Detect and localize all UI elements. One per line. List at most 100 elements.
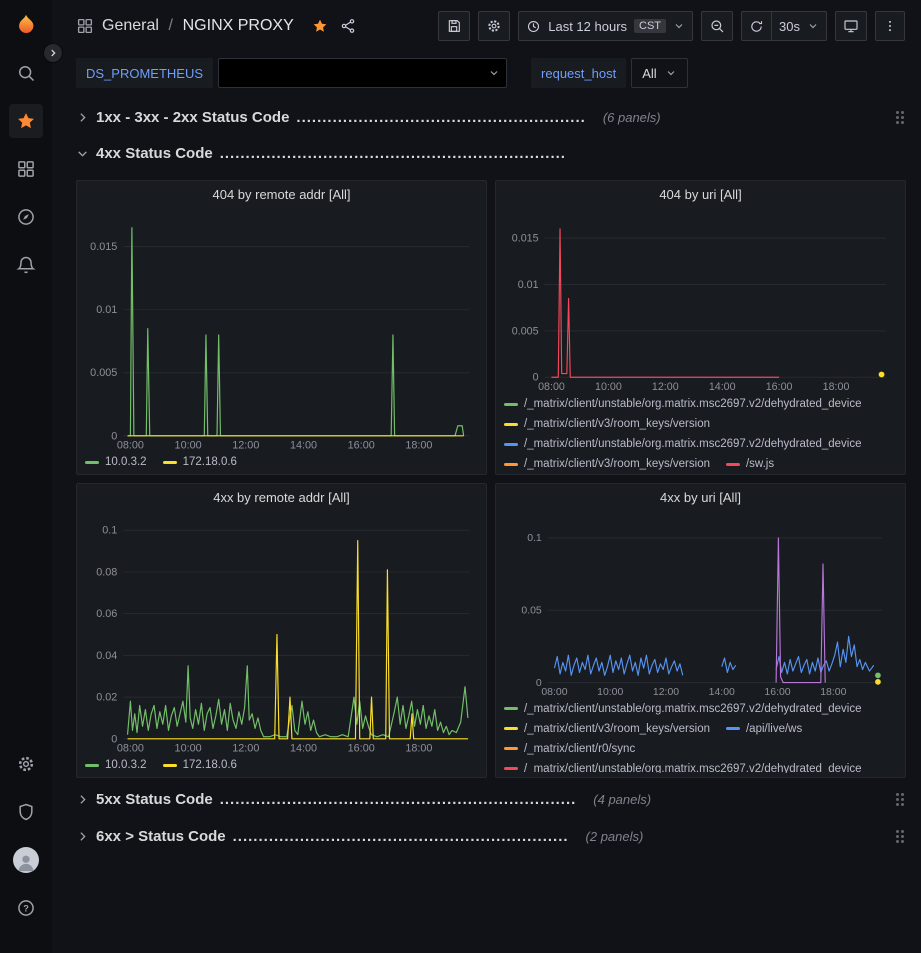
- svg-text:10:00: 10:00: [595, 381, 622, 393]
- search-icon[interactable]: [9, 56, 43, 90]
- help-icon[interactable]: ?: [9, 891, 43, 925]
- refresh-group: 30s: [741, 11, 827, 41]
- svg-text:0.1: 0.1: [527, 533, 542, 544]
- time-range-picker[interactable]: Last 12 hours CST: [518, 11, 693, 41]
- row-drag-handle[interactable]: [894, 828, 906, 845]
- row-title: 4xx Status Code: [96, 145, 213, 162]
- request-host-variable: request_host All: [531, 58, 688, 88]
- legend-series-color-mark: [504, 443, 518, 446]
- svg-text:0.015: 0.015: [512, 233, 539, 245]
- legend-series-color-mark: [504, 463, 518, 466]
- chevron-right-icon: [76, 830, 89, 843]
- row-drag-handle[interactable]: [894, 109, 906, 126]
- row-header-5xx[interactable]: 5xx Status Code ........................…: [76, 786, 906, 812]
- legend-item[interactable]: /_matrix/client/v3/room_keys/version: [504, 456, 710, 470]
- legend-item[interactable]: 172.18.0.6: [163, 454, 237, 470]
- favorite-star-icon[interactable]: [312, 18, 328, 34]
- timeseries-chart[interactable]: 00.020.040.060.080.108:0010:0012:0014:00…: [83, 512, 480, 755]
- legend-series-color-mark: [726, 463, 740, 466]
- grafana-app: ? General / NGINX PROXY: [0, 0, 921, 953]
- svg-text:12:00: 12:00: [653, 687, 679, 698]
- svg-text:08:00: 08:00: [541, 687, 567, 698]
- row-header-6xx[interactable]: 6xx > Status Code ......................…: [76, 823, 906, 849]
- kebab-menu-button[interactable]: [875, 11, 905, 41]
- row-header-4xx[interactable]: 4xx Status Code ........................…: [76, 140, 906, 166]
- share-icon[interactable]: [340, 18, 356, 34]
- legend-series-name: /_matrix/client/v3/room_keys/version: [524, 416, 710, 432]
- user-avatar[interactable]: [9, 843, 43, 877]
- dashboard-settings-button[interactable]: [478, 11, 510, 41]
- legend-series-name: /_matrix/client/unstable/org.matrix.msc2…: [524, 396, 862, 412]
- panel-title[interactable]: 4xx by uri [All]: [502, 484, 899, 511]
- legend-series-color-mark: [504, 423, 518, 426]
- explore-compass-icon[interactable]: [9, 200, 43, 234]
- clock-icon: [526, 19, 541, 34]
- sidebar-expand-arrow[interactable]: [44, 44, 62, 62]
- legend-item[interactable]: /_matrix/client/unstable/org.matrix.msc2…: [504, 701, 862, 717]
- row-drag-handle[interactable]: [894, 791, 906, 808]
- row-header-1xx-3xx-2xx[interactable]: 1xx - 3xx - 2xx Status Code ............…: [76, 104, 906, 130]
- timezone-badge: CST: [634, 19, 666, 33]
- legend-series-color-mark: [85, 764, 99, 767]
- datasource-variable-label[interactable]: DS_PROMETHEUS: [76, 58, 213, 88]
- legend-item[interactable]: 10.0.3.2: [85, 454, 147, 470]
- panel-title[interactable]: 404 by uri [All]: [502, 181, 899, 208]
- configuration-gear-icon[interactable]: [9, 747, 43, 781]
- timeseries-chart[interactable]: 00.050.108:0010:0012:0014:0016:0018:00: [502, 511, 899, 698]
- svg-text:12:00: 12:00: [232, 439, 259, 451]
- legend-series-name: /_matrix/client/v3/room_keys/version: [524, 721, 710, 737]
- tv-mode-button[interactable]: [835, 11, 867, 41]
- legend-item[interactable]: /_matrix/client/unstable/org.matrix.msc2…: [504, 436, 862, 452]
- legend-item[interactable]: /_matrix/client/unstable/org.matrix.msc2…: [504, 396, 862, 412]
- legend-item[interactable]: /_matrix/client/v3/room_keys/version: [504, 416, 710, 432]
- legend-series-name: 172.18.0.6: [183, 757, 237, 773]
- legend-item[interactable]: /_matrix/client/r0/sync: [504, 741, 635, 757]
- legend-item[interactable]: /_matrix/client/v3/room_keys/version: [504, 721, 710, 737]
- legend-item[interactable]: /api/live/ws: [726, 721, 802, 737]
- legend-item[interactable]: 172.18.0.6: [163, 757, 237, 773]
- request-host-select[interactable]: All: [631, 58, 687, 88]
- svg-text:16:00: 16:00: [348, 439, 375, 451]
- starred-nav-icon[interactable]: [9, 104, 43, 138]
- legend-item[interactable]: 10.0.3.2: [85, 757, 147, 773]
- breadcrumb-dashboard-title[interactable]: NGINX PROXY: [183, 17, 294, 34]
- panel-title[interactable]: 4xx by remote addr [All]: [83, 484, 480, 512]
- legend-series-color-mark: [504, 707, 518, 710]
- legend-item[interactable]: /sw.js: [726, 456, 774, 470]
- datasource-variable-select[interactable]: [218, 58, 507, 88]
- server-admin-shield-icon[interactable]: [9, 795, 43, 829]
- svg-text:08:00: 08:00: [117, 742, 144, 754]
- refresh-interval-value: 30s: [779, 19, 800, 34]
- request-host-label[interactable]: request_host: [531, 58, 626, 88]
- refresh-button[interactable]: [741, 11, 771, 41]
- row-panel-count: (4 panels): [593, 792, 651, 807]
- save-dashboard-button[interactable]: [438, 11, 470, 41]
- row-title-dots: ........................................…: [220, 791, 577, 808]
- svg-text:0.04: 0.04: [96, 649, 117, 661]
- panel-title[interactable]: 404 by remote addr [All]: [83, 181, 480, 209]
- svg-text:0.005: 0.005: [512, 326, 539, 338]
- timeseries-chart[interactable]: 00.0050.010.01508:0010:0012:0014:0016:00…: [83, 209, 480, 452]
- chevron-right-icon: [76, 793, 89, 806]
- svg-text:14:00: 14:00: [709, 381, 736, 393]
- legend-series-name: /_matrix/client/unstable/org.matrix.msc2…: [524, 436, 862, 452]
- legend-series-name: /api/live/ws: [746, 721, 802, 737]
- nav-sidebar: ?: [0, 0, 52, 953]
- row-title-dots: ........................................…: [220, 145, 566, 162]
- refresh-interval-dropdown[interactable]: 30s: [771, 11, 827, 41]
- svg-text:14:00: 14:00: [709, 687, 735, 698]
- breadcrumb-separator: /: [169, 17, 173, 34]
- dashboards-icon[interactable]: [9, 152, 43, 186]
- alerting-bell-icon[interactable]: [9, 248, 43, 282]
- grafana-logo-icon[interactable]: [9, 8, 43, 42]
- legend-series-color-mark: [504, 727, 518, 730]
- legend-series-name: 10.0.3.2: [105, 757, 147, 773]
- svg-text:08:00: 08:00: [538, 381, 565, 393]
- breadcrumb-section[interactable]: General: [102, 17, 159, 34]
- timeseries-chart[interactable]: 00.0050.010.01508:0010:0012:0014:0016:00…: [502, 208, 899, 393]
- svg-text:0.1: 0.1: [102, 524, 117, 536]
- zoom-out-time-button[interactable]: [701, 11, 733, 41]
- dashboard-scroll-area: 1xx - 3xx - 2xx Status Code ............…: [52, 96, 921, 953]
- legend-item[interactable]: /_matrix/client/unstable/org.matrix.msc2…: [504, 761, 862, 773]
- legend-series-name: /sw.js: [746, 456, 774, 470]
